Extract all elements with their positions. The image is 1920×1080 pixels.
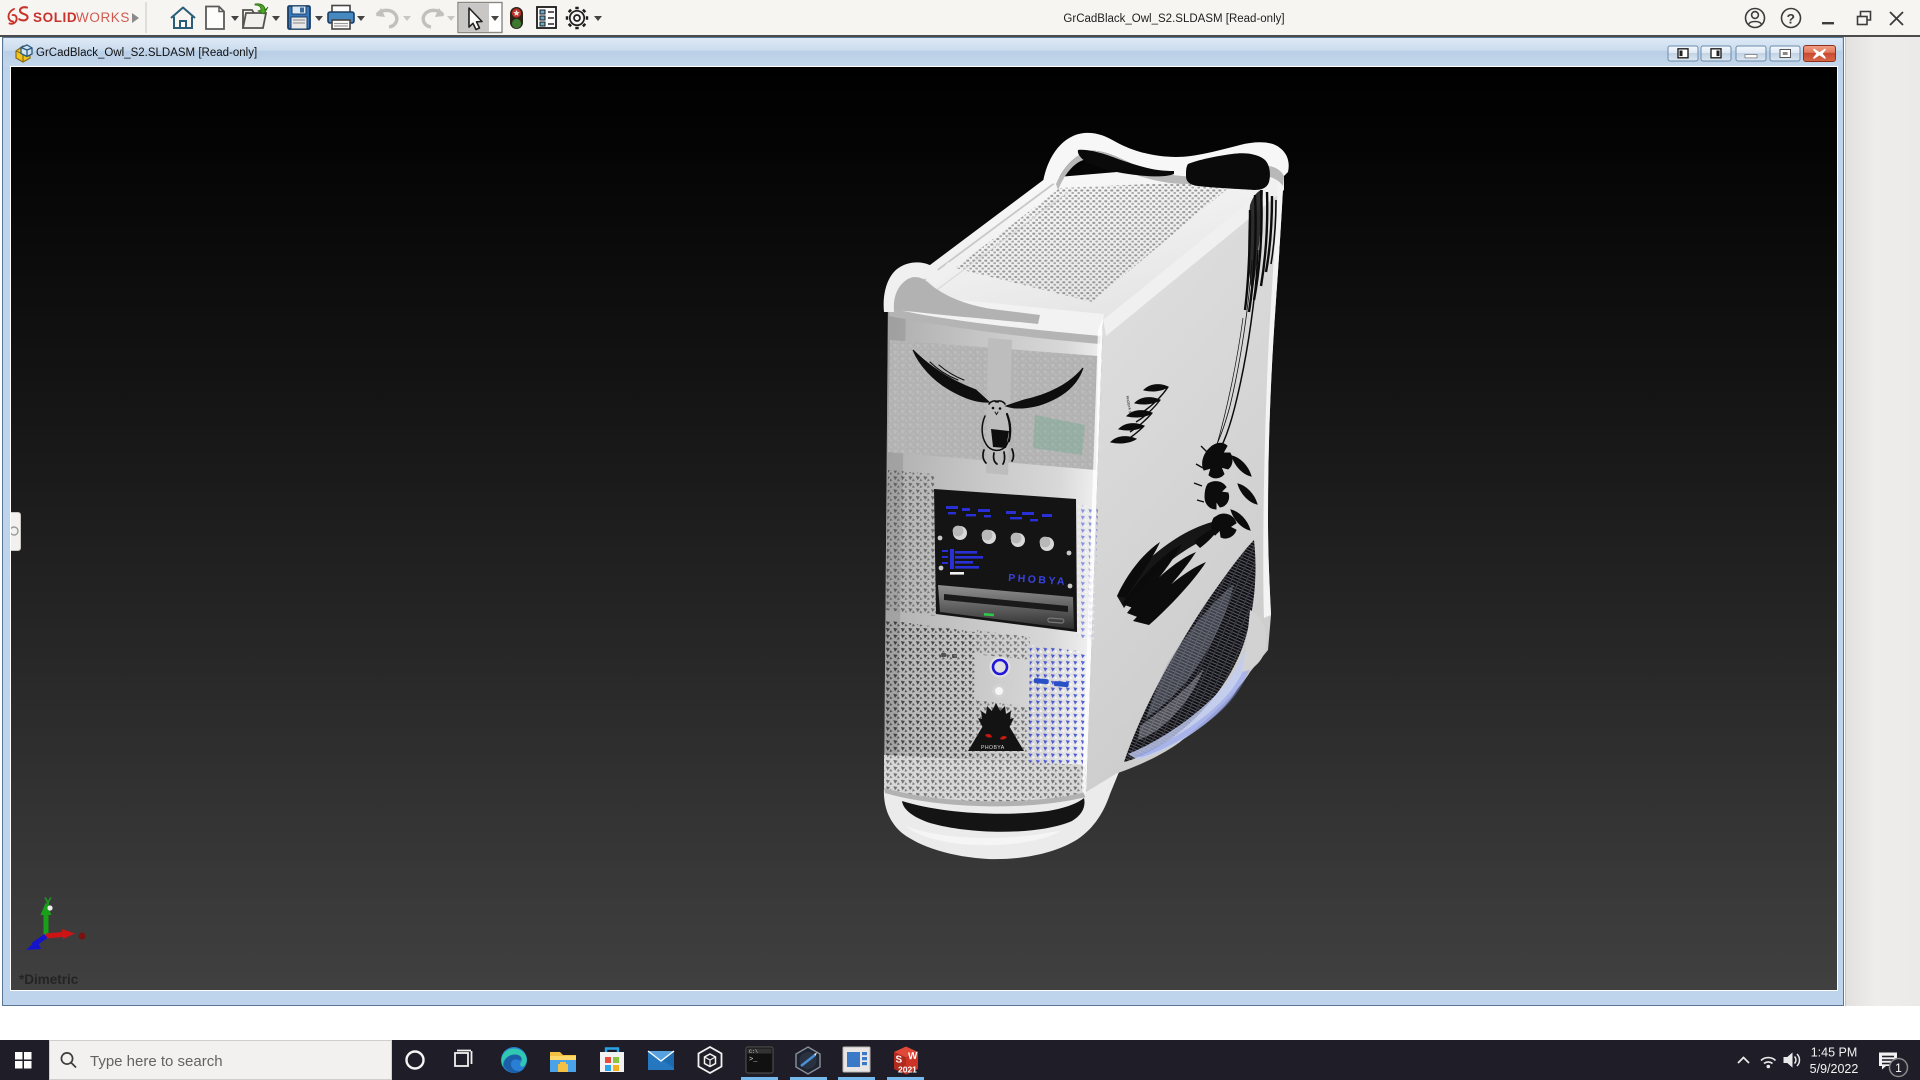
svg-text:2021: 2021 xyxy=(898,1065,917,1075)
svg-text:WORKS: WORKS xyxy=(76,10,130,25)
svg-text:W: W xyxy=(908,1051,918,1063)
svg-text:?: ? xyxy=(1787,11,1796,27)
svg-text:PHOBYA: PHOBYA xyxy=(981,745,1005,751)
svg-text:>_: >_ xyxy=(749,1056,758,1064)
svg-text:Type here to search: Type here to search xyxy=(90,1053,223,1070)
svg-text:SOLID: SOLID xyxy=(33,10,77,25)
svg-text:C:\: C:\ xyxy=(749,1049,758,1055)
svg-text:GrCadBlack_Owl_S2.SLDASM [Read: GrCadBlack_Owl_S2.SLDASM [Read-only] xyxy=(1063,13,1284,25)
svg-text:1: 1 xyxy=(1895,1061,1902,1075)
svg-text:GrCadBlack_Owl_S2.SLDASM [Read: GrCadBlack_Owl_S2.SLDASM [Read-only] xyxy=(36,47,257,59)
svg-text:1:45 PM: 1:45 PM xyxy=(1811,1046,1858,1060)
svg-text:5/9/2022: 5/9/2022 xyxy=(1810,1062,1859,1076)
